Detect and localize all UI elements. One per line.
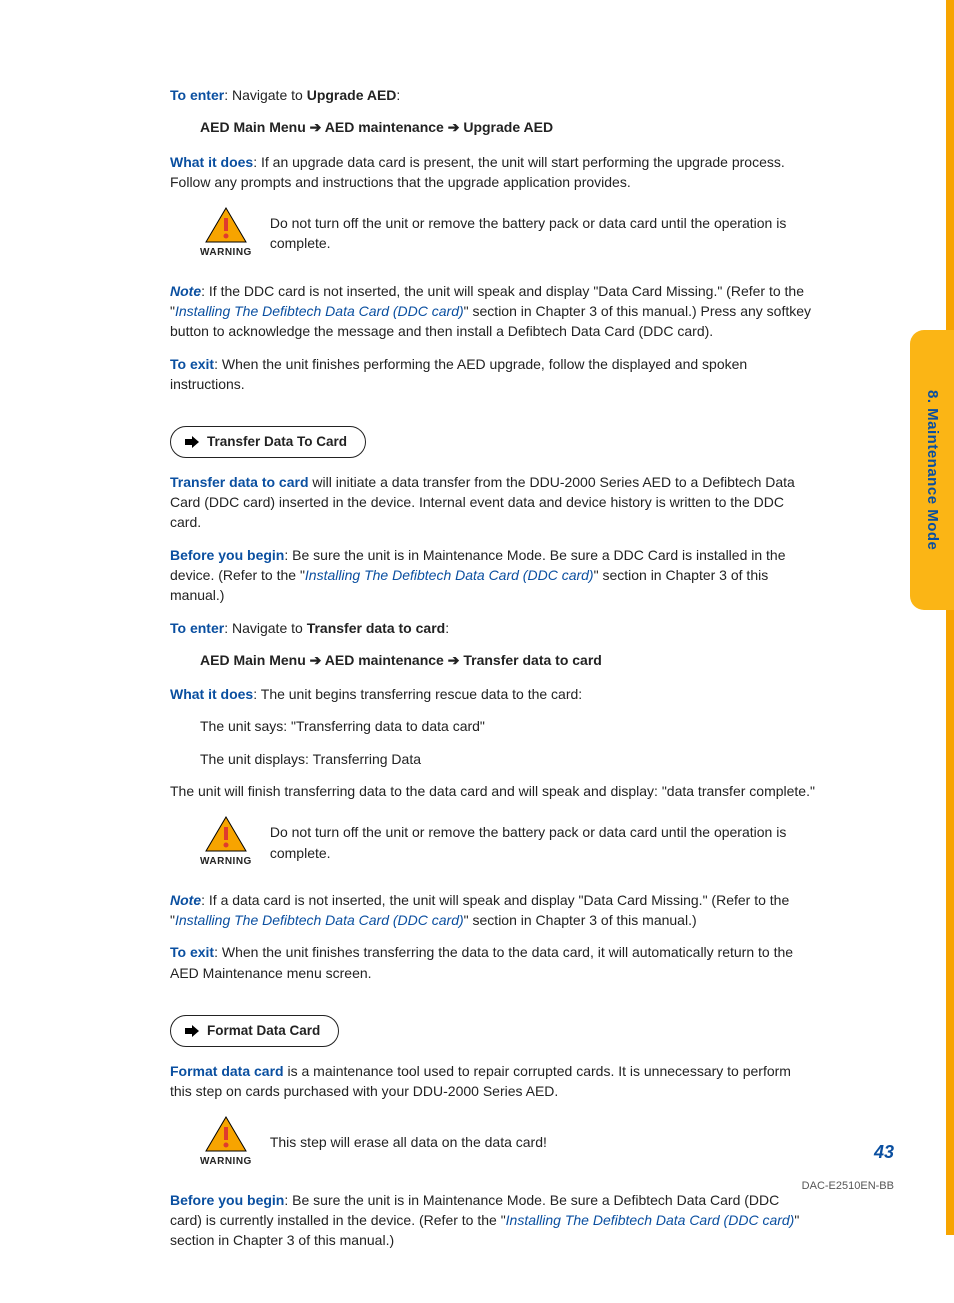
what-label: What it does bbox=[170, 154, 253, 170]
to-exit: To exit: When the unit finishes performi… bbox=[170, 354, 815, 395]
to-enter-label: To enter bbox=[170, 620, 224, 636]
chapter-tab-label: 8. Maintenance Mode bbox=[921, 390, 943, 550]
what-label: What it does bbox=[170, 686, 253, 702]
installing-ddc-link[interactable]: Installing The Defibtech Data Card (DDC … bbox=[175, 912, 464, 928]
note-paragraph: Note: If the DDC card is not inserted, t… bbox=[170, 281, 815, 342]
before-label: Before you begin bbox=[170, 1192, 284, 1208]
note-paragraph: Note: If a data card is not inserted, th… bbox=[170, 890, 815, 931]
arrow-right-icon bbox=[185, 1025, 199, 1037]
before-you-begin: Before you begin: Be sure the unit is in… bbox=[170, 1190, 815, 1251]
before-label: Before you begin bbox=[170, 547, 284, 563]
format-label: Format data card bbox=[170, 1063, 284, 1079]
unit-says: The unit says: "Transferring data to dat… bbox=[200, 716, 815, 736]
before-you-begin: Before you begin: Be sure the unit is in… bbox=[170, 545, 815, 606]
what-text: : If an upgrade data card is present, th… bbox=[170, 154, 785, 190]
transfer-finish: The unit will finish transferring data t… bbox=[170, 781, 815, 801]
arrow-icon: ➔ bbox=[448, 119, 464, 135]
arrow-icon: ➔ bbox=[448, 652, 464, 668]
page-edge-bar bbox=[946, 0, 954, 1235]
breadcrumb-transfer: AED Main Menu ➔ AED maintenance ➔ Transf… bbox=[200, 650, 815, 670]
to-exit-text: : When the unit finishes transferring th… bbox=[170, 944, 793, 980]
to-exit: To exit: When the unit finishes transfer… bbox=[170, 942, 815, 983]
crumb-b: AED maintenance bbox=[325, 652, 444, 668]
to-enter-line: To enter: Navigate to Transfer data to c… bbox=[170, 618, 815, 638]
chapter-tab: 8. Maintenance Mode bbox=[910, 330, 954, 610]
what-it-does: What it does: If an upgrade data card is… bbox=[170, 152, 815, 193]
arrow-right-icon bbox=[185, 436, 199, 448]
to-exit-label: To exit bbox=[170, 944, 214, 960]
warning-icon: WARNING bbox=[200, 206, 252, 261]
to-enter-line: To enter: Navigate to Upgrade AED: bbox=[170, 85, 815, 105]
to-enter-target: Transfer data to card bbox=[307, 620, 446, 636]
subheading-transfer: Transfer Data To Card bbox=[170, 426, 366, 458]
note-label: Note bbox=[170, 283, 201, 299]
crumb-c: Upgrade AED bbox=[463, 119, 553, 135]
to-enter-label: To enter bbox=[170, 87, 224, 103]
warning-label: WARNING bbox=[200, 855, 252, 870]
crumb-b: AED maintenance bbox=[325, 119, 444, 135]
to-enter-text: : Navigate to bbox=[224, 87, 307, 103]
document-id: DAC-E2510EN-BB bbox=[802, 1179, 894, 1195]
what-it-does: What it does: The unit begins transferri… bbox=[170, 684, 815, 704]
note-label: Note bbox=[170, 892, 201, 908]
warning-label: WARNING bbox=[200, 246, 252, 261]
warning-block: WARNING Do not turn off the unit or remo… bbox=[200, 206, 815, 261]
warning-text: This step will erase all data on the dat… bbox=[270, 1132, 547, 1152]
warning-block: WARNING Do not turn off the unit or remo… bbox=[200, 815, 815, 870]
page-number: 43 bbox=[874, 1139, 894, 1165]
arrow-icon: ➔ bbox=[310, 119, 325, 135]
installing-ddc-link[interactable]: Installing The Defibtech Data Card (DDC … bbox=[506, 1212, 795, 1228]
subheading-format: Format Data Card bbox=[170, 1015, 339, 1047]
warning-text: Do not turn off the unit or remove the b… bbox=[270, 213, 815, 254]
what-text: : The unit begins transferring rescue da… bbox=[253, 686, 582, 702]
crumb-c: Transfer data to card bbox=[463, 652, 602, 668]
format-intro: Format data card is a maintenance tool u… bbox=[170, 1061, 815, 1102]
installing-ddc-link[interactable]: Installing The Defibtech Data Card (DDC … bbox=[175, 303, 464, 319]
transfer-label: Transfer data to card bbox=[170, 474, 309, 490]
subheading-text: Transfer Data To Card bbox=[207, 432, 347, 452]
to-exit-text: : When the unit finishes performing the … bbox=[170, 356, 747, 392]
warning-icon: WARNING bbox=[200, 815, 252, 870]
page-content: To enter: Navigate to Upgrade AED: AED M… bbox=[0, 0, 905, 1303]
note-text-b: " section in Chapter 3 of this manual.) bbox=[464, 912, 697, 928]
warning-icon: WARNING bbox=[200, 1115, 252, 1170]
crumb-a: AED Main Menu bbox=[200, 652, 306, 668]
installing-ddc-link[interactable]: Installing The Defibtech Data Card (DDC … bbox=[305, 567, 594, 583]
unit-displays: The unit displays: Transferring Data bbox=[200, 749, 815, 769]
warning-label: WARNING bbox=[200, 1155, 252, 1170]
transfer-intro: Transfer data to card will initiate a da… bbox=[170, 472, 815, 533]
crumb-a: AED Main Menu bbox=[200, 119, 306, 135]
to-enter-text: : Navigate to bbox=[224, 620, 307, 636]
subheading-text: Format Data Card bbox=[207, 1021, 320, 1041]
to-enter-target: Upgrade AED bbox=[307, 87, 397, 103]
warning-text: Do not turn off the unit or remove the b… bbox=[270, 822, 815, 863]
arrow-icon: ➔ bbox=[310, 652, 325, 668]
warning-block: WARNING This step will erase all data on… bbox=[200, 1115, 815, 1170]
breadcrumb-upgrade: AED Main Menu ➔ AED maintenance ➔ Upgrad… bbox=[200, 117, 815, 137]
to-exit-label: To exit bbox=[170, 356, 214, 372]
